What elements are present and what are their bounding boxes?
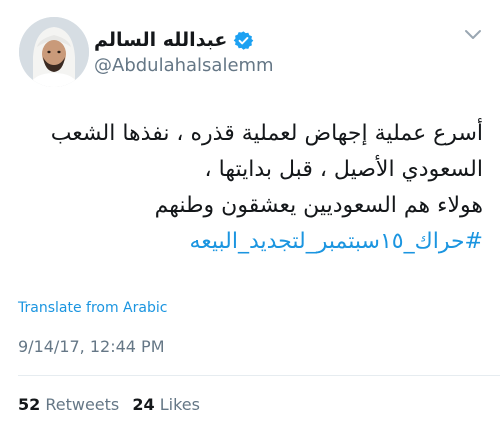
- likes-label: Likes: [159, 395, 200, 414]
- likes-stat[interactable]: 24 Likes: [132, 395, 200, 414]
- translate-link[interactable]: Translate from Arabic: [18, 299, 167, 317]
- author-handle[interactable]: @Abdulahalsalemm: [94, 55, 274, 77]
- retweets-stat[interactable]: 52 Retweets: [18, 395, 124, 414]
- avatar[interactable]: [19, 17, 89, 87]
- tweet-text-line: أسرع عملية إجهاض لعملية قذره ، نفذها الش…: [50, 121, 483, 146]
- divider: [18, 375, 500, 376]
- tweet-text-line: هولاء هم السعوديين يعشقون وطنهم: [154, 193, 483, 218]
- tweet-stats: 52 Retweets 24 Likes: [18, 394, 208, 416]
- tweet-card: عبدالله السالم @Abdulahalsalemm أسرع عمل…: [0, 0, 500, 439]
- tweet-timestamp[interactable]: 9/14/17, 12:44 PM: [18, 337, 165, 357]
- author-name-row[interactable]: عبدالله السالم: [94, 28, 254, 52]
- retweets-label: Retweets: [45, 395, 120, 414]
- hashtag-link[interactable]: #حراك_١٥سبتمبر_لتجديد_البيعه: [13, 224, 483, 260]
- chevron-down-icon[interactable]: [463, 27, 483, 41]
- retweets-count: 52: [18, 395, 41, 414]
- likes-count: 24: [132, 395, 155, 414]
- tweet-text-line: السعودي الأصيل ، قبل بدايتها ،: [204, 157, 483, 182]
- tweet-text: أسرع عملية إجهاض لعملية قذره ، نفذها الش…: [13, 116, 483, 260]
- verified-badge-icon: [233, 30, 254, 51]
- author-display-name[interactable]: عبدالله السالم: [94, 28, 227, 52]
